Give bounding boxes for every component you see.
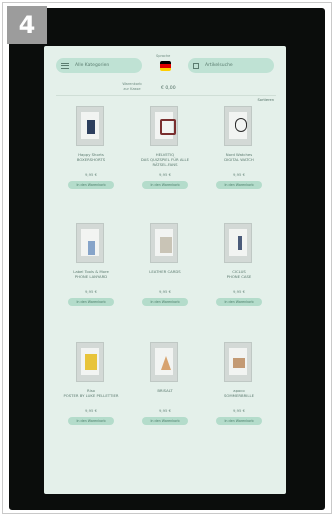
product-price: 9,95 €	[158, 289, 172, 294]
product-name: Riso POSTER BY LUKE PELLETTIER	[63, 388, 119, 398]
divider	[56, 95, 276, 96]
product-image[interactable]	[150, 223, 178, 263]
language-label: Sprache	[156, 54, 171, 58]
product-name: Happy Shorts BOXERSHORTS	[76, 152, 106, 162]
product-name: LEATHER CARDS	[149, 269, 181, 274]
search-button[interactable]: Artikelsuche	[188, 58, 274, 73]
product-image[interactable]	[224, 106, 252, 146]
sort-link[interactable]: Sortieren	[258, 98, 274, 102]
product-image[interactable]	[150, 342, 178, 382]
product-image[interactable]	[224, 342, 252, 382]
product-name: BRISALT	[157, 388, 173, 393]
product-price: 9,95 €	[232, 172, 246, 177]
top-bar: Alle Kategorien Sprache Artikelsuche	[44, 46, 286, 82]
product-price: 9,95 €	[232, 289, 246, 294]
menu-icon	[61, 62, 69, 69]
product-name: apoco SOMMERBRILLE	[224, 388, 254, 398]
product-name: HELVETIQ DAS QUIZSPIEL FÜR ALLE RÄTSEL-F…	[140, 152, 190, 167]
categories-label: Alle Kategorien	[75, 63, 110, 68]
product-name: Label Tools & More PHONE LANYARD	[73, 269, 109, 279]
add-to-cart-button[interactable]: In den Warenkorb	[142, 181, 188, 189]
product-image[interactable]	[76, 223, 104, 263]
search-label: Artikelsuche	[205, 63, 233, 68]
product-name: CICLUS PHONE CASE	[226, 269, 252, 279]
product-price: 9,95 €	[158, 172, 172, 177]
add-to-cart-button[interactable]: In den Warenkorb	[142, 298, 188, 306]
categories-button[interactable]: Alle Kategorien	[56, 58, 142, 73]
add-to-cart-button[interactable]: In den Warenkorb	[68, 298, 114, 306]
product-price: 9,95 €	[84, 289, 98, 294]
product-image[interactable]	[224, 223, 252, 263]
add-to-cart-button[interactable]: In den Warenkorb	[68, 181, 114, 189]
product-image[interactable]	[76, 106, 104, 146]
product-image[interactable]	[76, 342, 104, 382]
product-price: 9,95 €	[84, 408, 98, 413]
product-price: 9,95 €	[84, 172, 98, 177]
add-to-cart-button[interactable]: In den Warenkorb	[216, 298, 262, 306]
cart-label[interactable]: Warenkorb zur Kasse	[102, 82, 162, 92]
add-to-cart-button[interactable]: In den Warenkorb	[216, 417, 262, 425]
cart-total: € 0,00	[161, 86, 176, 91]
german-flag-icon[interactable]	[160, 61, 171, 71]
add-to-cart-button[interactable]: In den Warenkorb	[142, 417, 188, 425]
search-icon	[193, 62, 199, 69]
kiosk-screen: Alle Kategorien Sprache Artikelsuche War…	[44, 46, 286, 494]
add-to-cart-button[interactable]: In den Warenkorb	[216, 181, 262, 189]
product-price: 9,95 €	[232, 408, 246, 413]
product-price: 9,95 €	[158, 408, 172, 413]
step-number-badge: 4	[7, 6, 47, 44]
product-image[interactable]	[150, 106, 178, 146]
product-name: Nord Watches DIGITAL WATCH	[224, 152, 254, 162]
add-to-cart-button[interactable]: In den Warenkorb	[68, 417, 114, 425]
